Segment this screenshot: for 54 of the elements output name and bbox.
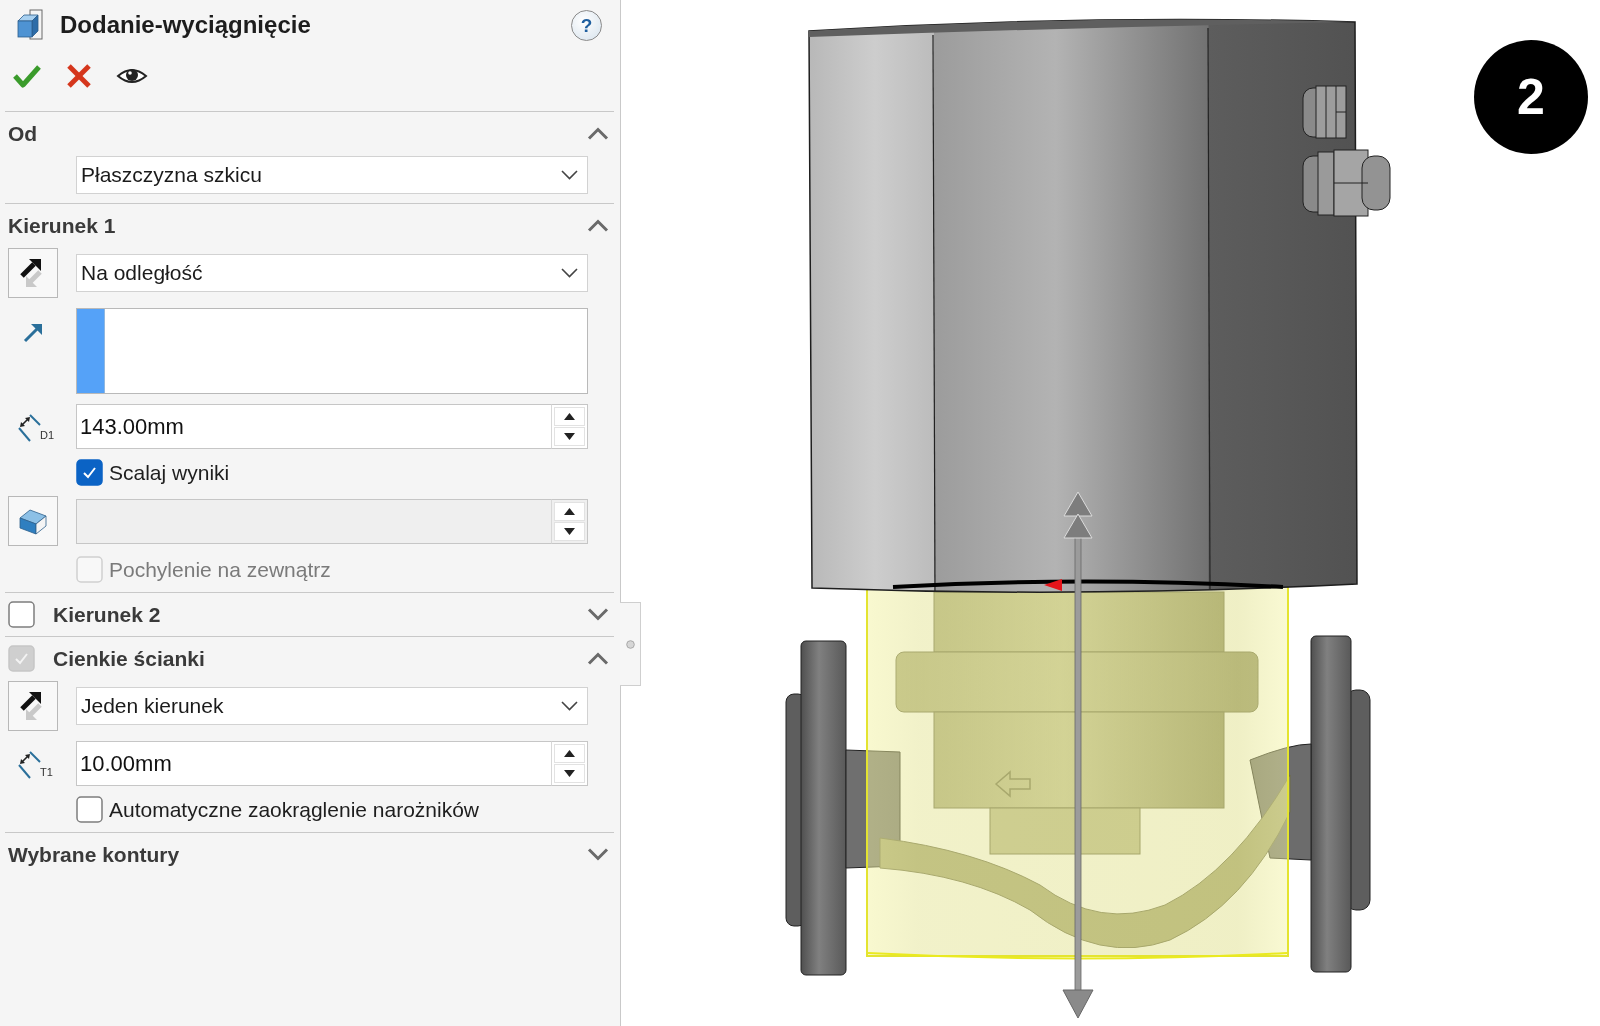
dropdown[interactable]: Płaszczyzna szkicu — [76, 156, 588, 194]
down-triangle-icon — [564, 527, 575, 535]
selection-list-field[interactable] — [76, 308, 588, 394]
down-triangle-icon — [564, 770, 575, 777]
section-title: Cienkie ścianki — [53, 645, 205, 672]
panel-title: Dodanie-wyciągnięcie — [60, 10, 311, 40]
check-icon — [12, 63, 42, 89]
checkbox-label: Scalaj wyniki — [109, 459, 230, 486]
caret-icon[interactable] — [561, 170, 578, 180]
dimension-icon — [17, 750, 41, 780]
step-number-badge: 2 — [1474, 40, 1588, 154]
edge-direction-marker — [1044, 579, 1062, 591]
close-icon — [66, 63, 92, 89]
spin-up-button[interactable] — [554, 744, 585, 763]
chevron-up-icon[interactable] — [587, 219, 609, 232]
section-title: Kierunek 2 — [53, 601, 161, 628]
checkbox-label: Pochylenie na zewnątrz — [109, 556, 331, 583]
chevron-up-icon[interactable] — [587, 127, 609, 140]
up-triangle-icon — [564, 413, 575, 420]
checkbox-label: Automatyczne zaokrąglenie narożników — [109, 796, 480, 823]
chevron-down-icon[interactable] — [587, 848, 609, 861]
checkbox[interactable] — [8, 601, 35, 628]
chevron-down-icon[interactable] — [587, 608, 609, 621]
caret-icon[interactable] — [561, 268, 578, 278]
section-title: Wybrane kontury — [8, 841, 180, 868]
spin-down-button[interactable] — [554, 521, 585, 541]
diagonal-arrow-icon — [22, 322, 44, 344]
caret-icon[interactable] — [561, 701, 578, 711]
panel-collapse-handle[interactable] — [620, 602, 641, 686]
cancel-button[interactable] — [65, 62, 93, 90]
checkbox[interactable] — [76, 459, 103, 486]
extrude-direction-arrow[interactable] — [1062, 491, 1094, 1019]
dimension-label: D1 — [40, 430, 55, 441]
section-title: Od — [8, 120, 38, 147]
wedge-block-icon — [16, 506, 50, 536]
section-title: Kierunek 1 — [8, 212, 116, 239]
dropdown[interactable]: Na odległość — [76, 254, 588, 292]
draft-button[interactable] — [8, 496, 58, 546]
help-button[interactable]: ? — [571, 9, 602, 41]
spin-down-button[interactable] — [554, 764, 585, 783]
reverse-direction-button[interactable] — [8, 248, 58, 298]
dimension-label: T1 — [40, 767, 53, 778]
reverse-direction-button[interactable] — [8, 681, 58, 731]
up-triangle-icon — [564, 507, 575, 515]
down-triangle-icon — [564, 433, 575, 440]
grip-dot-icon — [625, 639, 635, 649]
dimension-icon — [17, 413, 41, 443]
spin-up-button[interactable] — [554, 407, 585, 426]
up-triangle-icon — [564, 750, 575, 757]
spin-up-button[interactable] — [554, 501, 585, 521]
spin-down-button[interactable] — [554, 427, 585, 446]
extrude-block-icon — [16, 9, 46, 41]
cable-gland — [1302, 85, 1347, 139]
number-field[interactable]: 143.00mm — [76, 404, 551, 449]
